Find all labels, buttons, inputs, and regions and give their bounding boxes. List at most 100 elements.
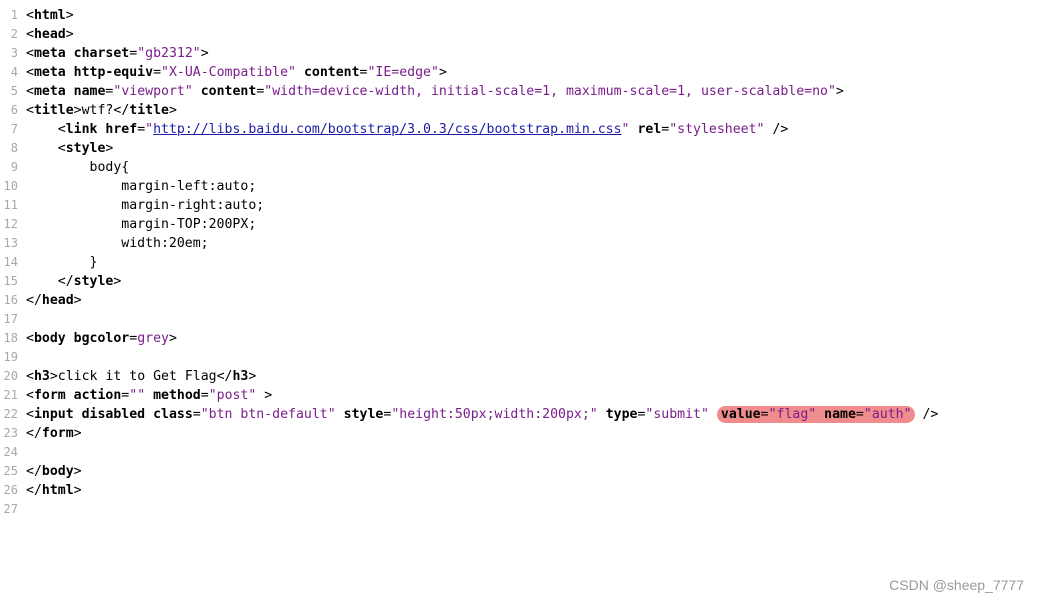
code-token: action: [73, 388, 122, 403]
code-token: rel: [637, 122, 662, 137]
code-token: </: [26, 483, 42, 498]
code-token: </: [113, 103, 130, 118]
code-token: =: [760, 407, 769, 422]
code-token: ": [145, 122, 154, 137]
code-line: 12 margin-TOP:200PX;: [0, 215, 1038, 234]
code-token: =: [153, 65, 162, 80]
code-token: <: [26, 27, 34, 42]
code-token: />: [764, 122, 789, 137]
code-line: 7 <link href="http://libs.baidu.com/boot…: [0, 120, 1038, 139]
line-number: 11: [3, 198, 18, 212]
line-number: 3: [10, 46, 18, 60]
line-number: 17: [3, 312, 18, 326]
code-line: 26 </html>: [0, 481, 1038, 500]
code-token: >: [73, 464, 82, 479]
line-source: <link href="http://libs.baidu.com/bootst…: [26, 120, 789, 139]
code-token: click it to Get Flag: [57, 369, 217, 384]
code-token: <: [26, 407, 34, 422]
code-line: 21 <form action="" method="post" >: [0, 386, 1038, 405]
line-source: width:20em;: [26, 234, 209, 253]
code-token: >: [248, 369, 257, 384]
code-token: class: [153, 407, 193, 422]
code-token: >: [73, 103, 82, 118]
code-token: "IE=edge": [367, 65, 439, 80]
code-token: >: [168, 103, 177, 118]
code-token: =: [129, 331, 138, 346]
code-token: >: [65, 8, 74, 23]
code-token: grey: [137, 331, 169, 346]
code-token: body: [41, 464, 74, 479]
code-token: name: [824, 407, 856, 422]
line-number: 1: [10, 8, 18, 22]
highlighted-attributes: value="flag" name="auth": [716, 406, 915, 423]
code-token: =: [855, 407, 864, 422]
line-source: </form>: [26, 424, 82, 443]
code-line: 17: [0, 310, 1038, 329]
line-number: 14: [3, 255, 18, 269]
code-token: form: [41, 426, 74, 441]
code-token: <: [26, 65, 34, 80]
code-token: width:20em;: [121, 236, 209, 251]
code-token: "": [129, 388, 146, 403]
code-token: >: [65, 27, 74, 42]
line-source: <body bgcolor=grey>: [26, 329, 177, 348]
code-line: 13 width:20em;: [0, 234, 1038, 253]
line-source: </head>: [26, 291, 82, 310]
code-token: body: [33, 331, 74, 346]
code-token: >: [73, 293, 82, 308]
code-token: meta: [33, 84, 74, 99]
code-token: >: [73, 426, 82, 441]
code-line: 5 <meta name="viewport" content="width=de…: [0, 82, 1038, 101]
code-token: >: [835, 84, 844, 99]
code-token: href: [105, 122, 138, 137]
code-token: </: [26, 426, 42, 441]
code-line: 11 margin-right:auto;: [0, 196, 1038, 215]
line-source: <meta http-equiv="X-UA-Compatible" conte…: [26, 63, 447, 82]
line-number: 16: [3, 293, 18, 307]
code-token: </: [57, 274, 74, 289]
code-token: "stylesheet": [669, 122, 765, 137]
code-token: </: [26, 293, 42, 308]
code-token: >: [200, 46, 209, 61]
line-source: margin-TOP:200PX;: [26, 215, 256, 234]
code-line: 15 </style>: [0, 272, 1038, 291]
code-token: >: [113, 274, 122, 289]
code-token: =: [129, 46, 138, 61]
code-token: bgcolor: [73, 331, 130, 346]
source-code-viewer: 1 <html> 2 <head> 3 <meta charset="gb2312"> 4 <…: [0, 0, 1038, 602]
line-number: 5: [10, 84, 18, 98]
code-token: >: [256, 388, 273, 403]
line-source: margin-right:auto;: [26, 196, 264, 215]
code-line: 6 <title>wtf?</title>: [0, 101, 1038, 120]
code-token: <: [57, 122, 66, 137]
code-line: 27: [0, 500, 1038, 519]
code-line: 19: [0, 348, 1038, 367]
line-source: <title>wtf?</title>: [26, 101, 177, 120]
code-line: 2 <head>: [0, 25, 1038, 44]
code-token: </: [26, 464, 42, 479]
code-token: title: [33, 103, 74, 118]
line-number: 19: [3, 350, 18, 364]
watermark: CSDN @sheep_7777: [889, 577, 1024, 593]
code-token: html: [33, 8, 66, 23]
code-token: name: [73, 84, 106, 99]
code-token: disabled: [81, 407, 154, 422]
code-token: margin-left:auto;: [121, 179, 257, 194]
line-source: <html>: [26, 6, 74, 25]
line-source: <input disabled class="btn btn-default" …: [26, 405, 938, 424]
stylesheet-link[interactable]: http://libs.baidu.com/bootstrap/3.0.3/cs…: [153, 122, 621, 137]
line-number: 8: [10, 141, 18, 155]
line-source: <meta charset="gb2312">: [26, 44, 209, 63]
code-token: h3: [33, 369, 50, 384]
line-number: 13: [3, 236, 18, 250]
line-number: 27: [3, 502, 18, 516]
code-token: meta: [33, 46, 74, 61]
code-line: 25 </body>: [0, 462, 1038, 481]
line-number: 18: [3, 331, 18, 345]
code-token: <: [26, 331, 34, 346]
line-number: 21: [3, 388, 18, 402]
